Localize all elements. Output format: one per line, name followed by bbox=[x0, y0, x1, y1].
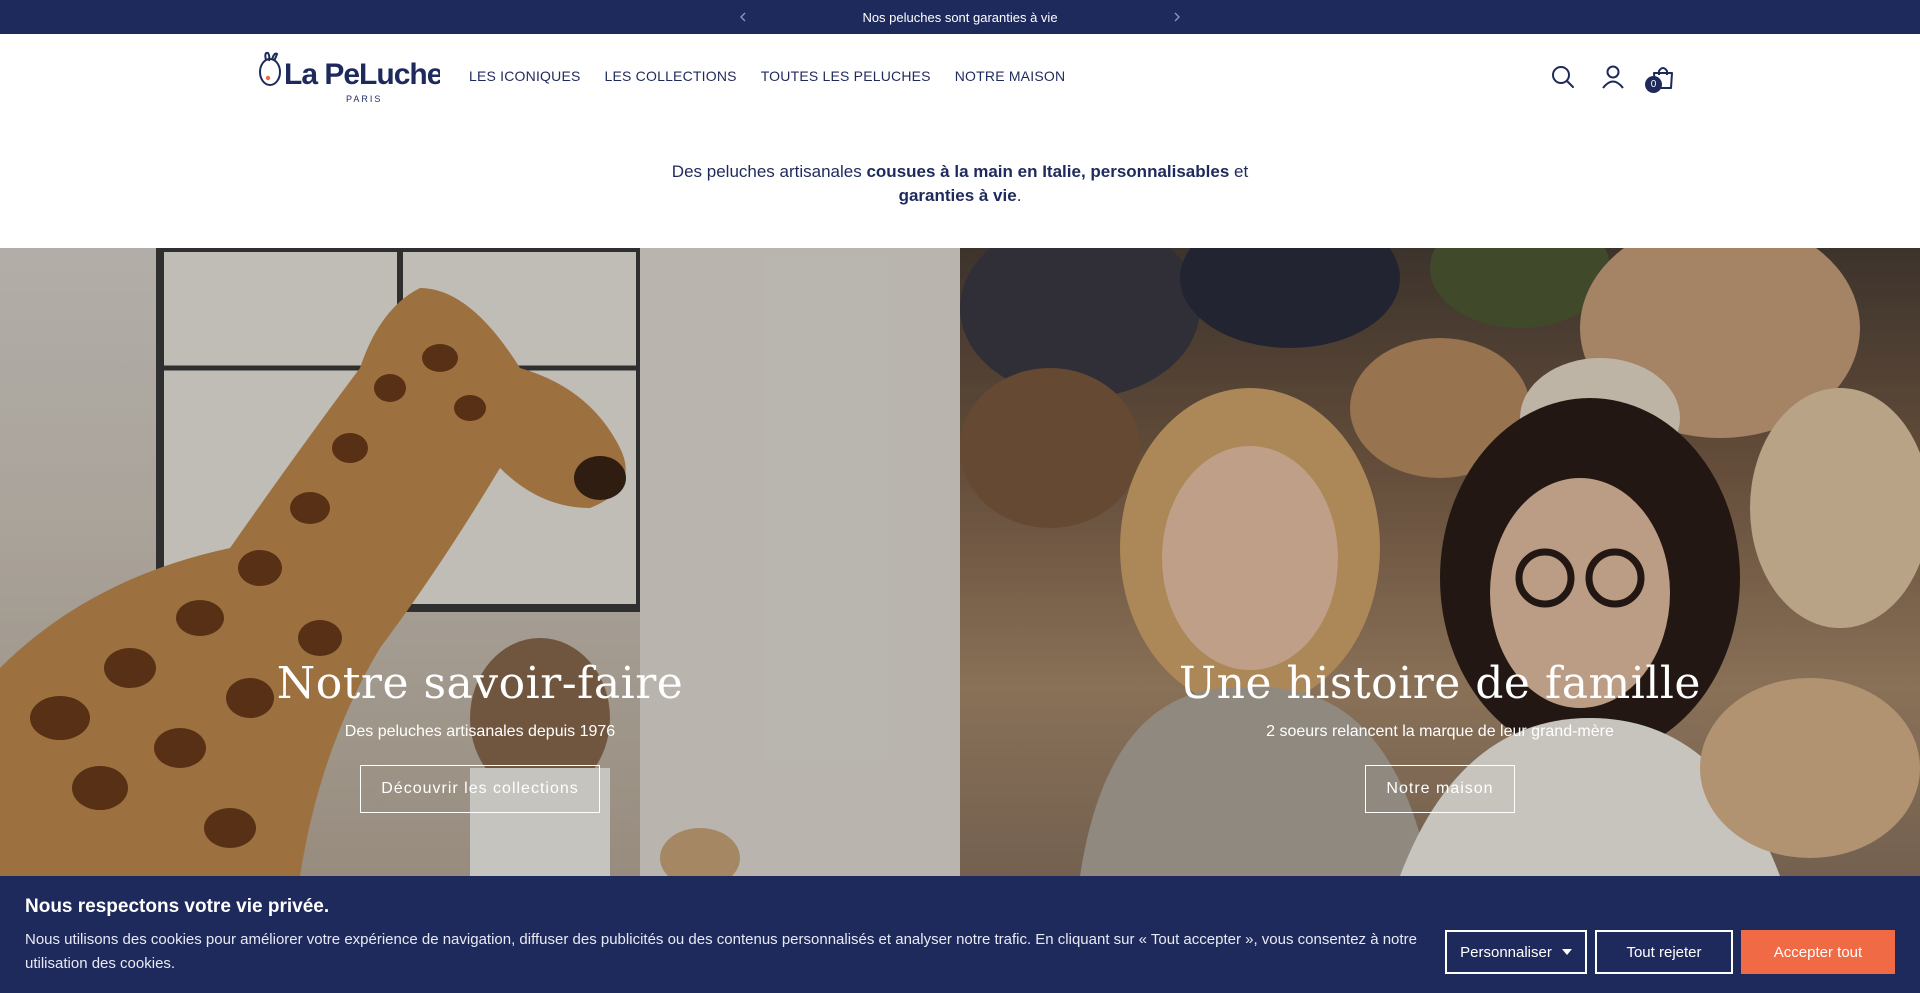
customize-button[interactable]: Personnaliser bbox=[1445, 930, 1587, 974]
site-header: La PeLucherie PARIS LES ICONIQUES LES CO… bbox=[0, 34, 1920, 120]
brand-logo[interactable]: La PeLucherie PARIS bbox=[258, 50, 477, 104]
discover-collections-button[interactable]: Découvrir les collections bbox=[360, 765, 600, 813]
announcement-bar: Nos peluches sont garanties à vie bbox=[0, 0, 1920, 34]
cart-icon[interactable]: 0 bbox=[1645, 64, 1676, 93]
hero-left-content: Notre savoir-faire Des peluches artisana… bbox=[0, 658, 960, 813]
search-icon[interactable] bbox=[1550, 64, 1576, 90]
customize-label: Personnaliser bbox=[1460, 943, 1552, 961]
announcement-text: Nos peluches sont garanties à vie bbox=[862, 9, 1058, 25]
accept-all-button[interactable]: Accepter tout bbox=[1741, 930, 1895, 974]
nav-item-iconiques[interactable]: LES ICONIQUES bbox=[469, 68, 581, 84]
intro-bold1: cousues à la main en Italie, personnalis… bbox=[866, 162, 1230, 181]
intro-part3: . bbox=[1016, 186, 1022, 205]
cookie-text: Nous utilisons des cookies pour améliore… bbox=[25, 931, 1417, 972]
main-nav: LES ICONIQUES LES COLLECTIONS TOUTES LES… bbox=[469, 68, 1065, 84]
intro-part2: et bbox=[1229, 162, 1249, 181]
notre-maison-button[interactable]: Notre maison bbox=[1365, 765, 1515, 813]
intro-bold2: garanties à vie bbox=[898, 186, 1017, 205]
hero-right-content: Une histoire de famille 2 soeurs relance… bbox=[960, 658, 1920, 813]
nav-item-toutes-peluches[interactable]: TOUTES LES PELUCHES bbox=[761, 68, 931, 84]
cookie-title: Nous respectons votre vie privée. bbox=[25, 896, 330, 917]
reject-all-button[interactable]: Tout rejeter bbox=[1595, 930, 1733, 974]
intro-text: Des peluches artisanales cousues à la ma… bbox=[0, 160, 1920, 208]
cart-count-badge: 0 bbox=[1645, 76, 1662, 93]
caret-down-icon bbox=[1561, 949, 1572, 955]
hero-right-title: Une histoire de famille bbox=[1179, 658, 1701, 709]
intro-part1: Des peluches artisanales bbox=[671, 162, 867, 181]
hero-left-subtitle: Des peluches artisanales depuis 1976 bbox=[344, 723, 616, 740]
logo-wordmark: La PeLucherie PARIS bbox=[259, 51, 477, 104]
hero-left-title: Notre savoir-faire bbox=[276, 658, 684, 709]
cookie-banner: Nous respectons votre vie privée. Nous u… bbox=[0, 876, 1920, 993]
nav-item-collections[interactable]: LES COLLECTIONS bbox=[605, 68, 737, 84]
hero-histoire-famille: Une histoire de famille 2 soeurs relance… bbox=[960, 248, 1920, 876]
account-icon[interactable] bbox=[1600, 64, 1626, 90]
hero-right-subtitle: 2 soeurs relancent la marque de leur gra… bbox=[1266, 723, 1614, 740]
nav-item-notre-maison[interactable]: NOTRE MAISON bbox=[955, 68, 1066, 84]
chevron-left-icon[interactable] bbox=[734, 8, 752, 26]
header-actions: 0 bbox=[1550, 64, 1676, 93]
svg-text:La PeLucherie: La PeLucherie bbox=[284, 58, 440, 91]
hero-savoir-faire: Notre savoir-faire Des peluches artisana… bbox=[0, 248, 960, 876]
svg-text:PARIS: PARIS bbox=[346, 94, 382, 104]
chevron-right-icon[interactable] bbox=[1168, 8, 1186, 26]
